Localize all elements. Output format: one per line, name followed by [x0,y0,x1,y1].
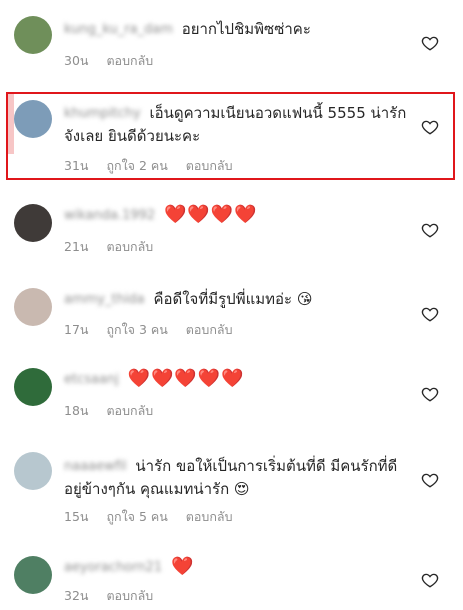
like-count[interactable]: ถูกใจ 5 คน [106,509,167,524]
avatar[interactable] [14,100,52,138]
like-heart-icon[interactable] [421,305,439,323]
comment-time: 32น [64,588,89,603]
comment-meta: 30น ตอบกลับ [64,51,167,71]
reply-button[interactable]: ตอบกลับ [106,239,153,254]
comment-text: ❤️❤️❤️❤️ [163,204,258,225]
comment-time: 15น [64,509,89,524]
avatar[interactable] [14,368,52,406]
comment-meta: 15น ถูกใจ 5 คน ตอบกลับ [64,507,247,527]
comment-username[interactable]: wikanda.1992 [64,205,155,227]
reply-button[interactable]: ตอบกลับ [106,53,153,68]
comment-body: ammy_thida คือดีใจที่มีรูปพี่แมทอ่ะ 😘 [64,288,411,311]
comment-meta: 32น ตอบกลับ [64,586,167,606]
reply-button[interactable]: ตอบกลับ [186,509,233,524]
reply-button[interactable]: ตอบกลับ [186,322,233,337]
reply-button[interactable]: ตอบกลับ [186,158,233,173]
comment-text: อยากไปชิมพิซซ่าคะ [181,20,311,38]
comment-body: aeyorachorn21 ❤️ [64,556,411,579]
comment-text: คือดีใจที่มีรูปพี่แมทอ่ะ 😘 [153,290,313,308]
comment-username[interactable]: aeyorachorn21 [64,557,162,579]
like-heart-icon[interactable] [421,34,439,52]
comment-time: 21น [64,239,89,254]
comment-username[interactable]: naaaewfil [64,456,127,478]
like-heart-icon[interactable] [421,571,439,589]
like-heart-icon[interactable] [421,471,439,489]
comment-username[interactable]: ammy_thida [64,289,145,311]
like-heart-icon[interactable] [421,385,439,403]
comment-body: khumpitchy เอ็นดูความเนียนอวดแฟนนี้ 5555… [64,102,411,147]
reply-button[interactable]: ตอบกลับ [106,403,153,418]
like-count[interactable]: ถูกใจ 2 คน [106,158,167,173]
avatar[interactable] [14,452,52,490]
comment-text: ❤️ [170,556,195,577]
avatar[interactable] [14,556,52,594]
comment-meta: 17น ถูกใจ 3 คน ตอบกลับ [64,320,247,340]
reply-button[interactable]: ตอบกลับ [106,588,153,603]
comment-text: ❤️❤️❤️❤️❤️ [127,368,245,389]
comment-username[interactable]: kung_ku_ra_dam [64,19,173,41]
comment-body: wikanda.1992 ❤️❤️❤️❤️ [64,204,411,227]
comment-meta: 21น ตอบกลับ [64,237,167,257]
comment-meta: 18น ตอบกลับ [64,401,167,421]
avatar[interactable] [14,16,52,54]
like-heart-icon[interactable] [421,118,439,136]
comment-body: etcsaanj ❤️❤️❤️❤️❤️ [64,368,411,391]
comment-body: naaaewfil น่ารัก ขอให้เป็นการเริ่มต้นที่… [64,455,411,500]
comment-time: 31น [64,158,89,173]
like-count[interactable]: ถูกใจ 3 คน [106,322,167,337]
like-heart-icon[interactable] [421,221,439,239]
comment-meta: 31น ถูกใจ 2 คน ตอบกลับ [64,156,247,176]
comment-time: 30น [64,53,89,68]
comment-body: kung_ku_ra_dam อยากไปชิมพิซซ่าคะ [64,18,411,41]
avatar[interactable] [14,288,52,326]
comment-time: 17น [64,322,89,337]
comment-time: 18น [64,403,89,418]
comment-username[interactable]: khumpitchy [64,103,141,125]
comment-username[interactable]: etcsaanj [64,369,119,391]
avatar[interactable] [14,204,52,242]
